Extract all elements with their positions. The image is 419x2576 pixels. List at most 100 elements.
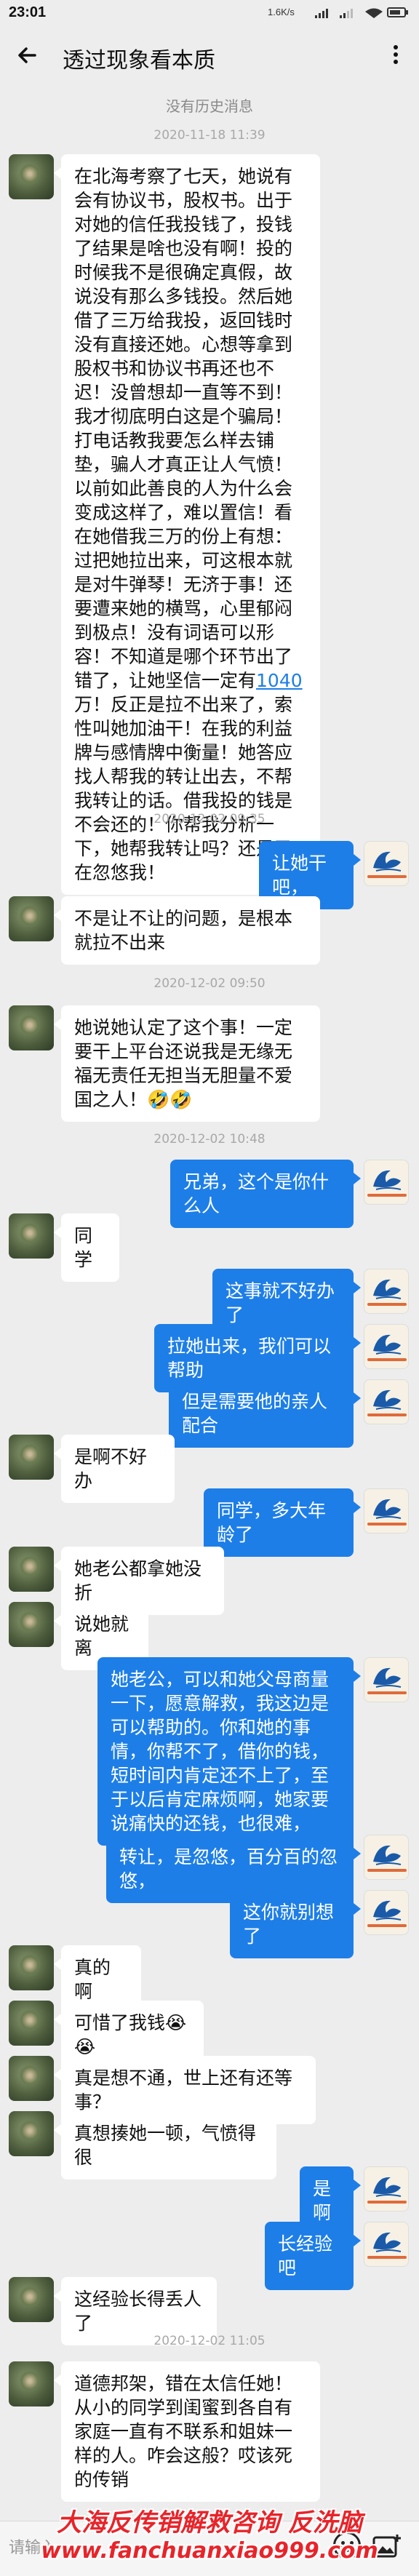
message-bubble-received[interactable]: 真想揍她一顿，气愤得很 (54, 2111, 276, 2180)
avatar[interactable] (9, 1945, 54, 1990)
wave-logo-icon (373, 1667, 402, 1688)
avatar[interactable] (364, 2222, 409, 2267)
chat-header: 透过现象看本质 (0, 26, 419, 83)
avatar[interactable] (364, 841, 409, 886)
message-text: 可惜了我钱😭😭 (74, 2012, 187, 2057)
wifi-icon (365, 8, 383, 18)
wave-logo-icon (373, 1845, 402, 1865)
avatar[interactable] (364, 1488, 409, 1534)
message-text: 是啊 (313, 2178, 332, 2223)
avatar[interactable] (9, 1435, 54, 1480)
avatar[interactable] (9, 1005, 54, 1050)
message-text: 这经验长得丢人了 (74, 2289, 202, 2334)
signal-icon-2 (340, 9, 353, 18)
status-bar: 23:01 1.6K/s (0, 0, 419, 26)
avatar[interactable] (364, 1379, 409, 1424)
timestamp: 2020-12-02 09:50 (153, 976, 266, 991)
message-text: 她老公，可以和她父母商量一下，愿意解救，我这边是可以帮助的。你和她的事情，你帮不… (111, 1669, 330, 1834)
message-text: 在北海考察了七天，她说有会有协议书，股权书。出于对她的信任我投钱了，投钱了结果是… (74, 166, 293, 691)
wave-logo-icon (373, 1170, 402, 1190)
watermark-url: www.fanchuanxiao999.com (41, 2538, 378, 2564)
avatar-caption (367, 1924, 407, 1927)
message-text: 她老公都拿她没折 (74, 1558, 202, 1603)
message-bubble-sent[interactable]: 同学，多大年龄了 (204, 1488, 361, 1557)
message-text: 兄弟，这个是你什么人 (183, 1171, 330, 1216)
message-bubble-received[interactable]: 她说她认定了这个事！一定要干上平台还说我是无缘无福无责任无担当无胆量不爱国之人！… (54, 1005, 320, 1122)
watermark-title: 大海反传销解救咨询 反洗脑 (57, 2508, 362, 2537)
message-bubble-sent[interactable]: 她老公，可以和她父母商量一下，愿意解救，我这边是可以帮助的。你和她的事情，你帮不… (97, 1657, 361, 1846)
arrow-left-icon[interactable] (13, 41, 42, 70)
number-link[interactable]: 1040 (256, 670, 303, 691)
battery-icon (387, 7, 408, 17)
message-text: 拉她出来，我们可以帮助 (167, 1336, 332, 1381)
timestamp: 2020-11-18 11:39 (153, 128, 266, 143)
message-text: 真想揍她一顿，气愤得很 (74, 2123, 257, 2168)
wave-logo-icon (373, 1499, 402, 1519)
message-text: 长经验吧 (278, 2233, 333, 2278)
avatar[interactable] (9, 1213, 54, 1259)
avatar[interactable] (9, 896, 54, 941)
avatar-caption (367, 1358, 407, 1361)
clock: 23:01 (9, 4, 47, 20)
message-text: 不是让不让的问题，是根本就拉不出来 (74, 908, 293, 953)
avatar-caption (367, 2201, 407, 2204)
message-bubble-received[interactable]: 道德邦架，错在太信任她！从小的同学到闺蜜到各自有家庭一直有不联系和姐妹一样的人。… (54, 2361, 320, 2502)
timestamp: 2020-12-02 09:35 (153, 812, 266, 826)
avatar-caption (367, 2256, 407, 2259)
timestamp: 2020-12-02 10:48 (153, 1132, 266, 1147)
avatar[interactable] (364, 1657, 409, 1702)
message-bubble-received[interactable]: 不是让不让的问题，是根本就拉不出来 (54, 896, 320, 965)
message-text: 真的啊 (74, 1957, 111, 2002)
avatar[interactable] (364, 1835, 409, 1880)
wave-logo-icon (373, 1389, 402, 1410)
message-text: 转让，是忽悠，百分百的忽悠， (119, 1846, 338, 1891)
timestamp: 2020-12-02 11:05 (153, 2334, 266, 2348)
avatar[interactable] (364, 1890, 409, 1935)
message-bubble-sent[interactable]: 兄弟，这个是你什么人 (170, 1160, 361, 1228)
message-bubble-sent[interactable]: 但是需要他的亲人配合 (169, 1379, 361, 1448)
message-text: 她说她认定了这个事！一定要干上平台还说我是无缘无福无责任无担当无胆量不爱国之人！… (74, 1017, 293, 1110)
message-bubble-sent[interactable]: 这你就别想了 (230, 1890, 361, 1958)
avatar[interactable] (9, 2001, 54, 2046)
avatar[interactable] (9, 2056, 54, 2101)
avatar[interactable] (364, 2166, 409, 2212)
chat-title: 透过现象看本质 (63, 48, 215, 73)
watermark: 大海反传销解救咨询 反洗脑 www.fanchuanxiao999.com (0, 2508, 419, 2565)
message-text: 这你就别想了 (243, 1902, 335, 1947)
avatar[interactable] (364, 1324, 409, 1369)
avatar[interactable] (364, 1269, 409, 1314)
more-vertical-icon[interactable] (388, 42, 403, 68)
message-bubble-sent[interactable]: 长经验吧 (265, 2222, 361, 2290)
avatar[interactable] (364, 1160, 409, 1205)
message-text: 真是想不通，世上还有还等事？ (74, 2067, 293, 2113)
avatar[interactable] (9, 154, 54, 199)
message-bubble-received[interactable]: 是啊不好办 (54, 1435, 175, 1503)
network-speed: 1.6K/s (268, 7, 295, 17)
avatar[interactable] (9, 2277, 54, 2322)
avatar-caption (367, 1303, 407, 1306)
history-notice: 没有历史消息 (166, 97, 253, 115)
avatar[interactable] (9, 2111, 54, 2156)
avatar-caption (367, 1691, 407, 1694)
message-text: 这事就不好办了 (226, 1280, 335, 1325)
message-text: 同学 (74, 1225, 93, 1270)
avatar[interactable] (9, 2361, 54, 2406)
avatar[interactable] (9, 1547, 54, 1592)
message-text: 同学，多大年龄了 (217, 1500, 327, 1545)
signal-icon (315, 9, 328, 18)
avatar-caption (367, 1523, 407, 1526)
message-text: 但是需要他的亲人配合 (182, 1391, 328, 1436)
wave-logo-icon (373, 1900, 402, 1921)
avatar-caption (367, 1194, 407, 1197)
wave-logo-icon (373, 2177, 402, 2197)
message-bubble-received[interactable]: 在北海考察了七天，她说有会有协议书，股权书。出于对她的信任我投钱了，投钱了结果是… (54, 154, 320, 895)
message-text: 说她就离 (74, 1614, 129, 1659)
avatar-caption (367, 1869, 407, 1872)
wave-logo-icon (373, 1334, 402, 1355)
message-bubble-received[interactable]: 同学 (54, 1213, 119, 1282)
wave-logo-icon (373, 851, 402, 872)
message-text: 让她干吧， (272, 853, 327, 898)
avatar-caption (367, 1413, 407, 1416)
avatar[interactable] (9, 1602, 54, 1647)
message-text: 是啊不好办 (74, 1446, 148, 1491)
